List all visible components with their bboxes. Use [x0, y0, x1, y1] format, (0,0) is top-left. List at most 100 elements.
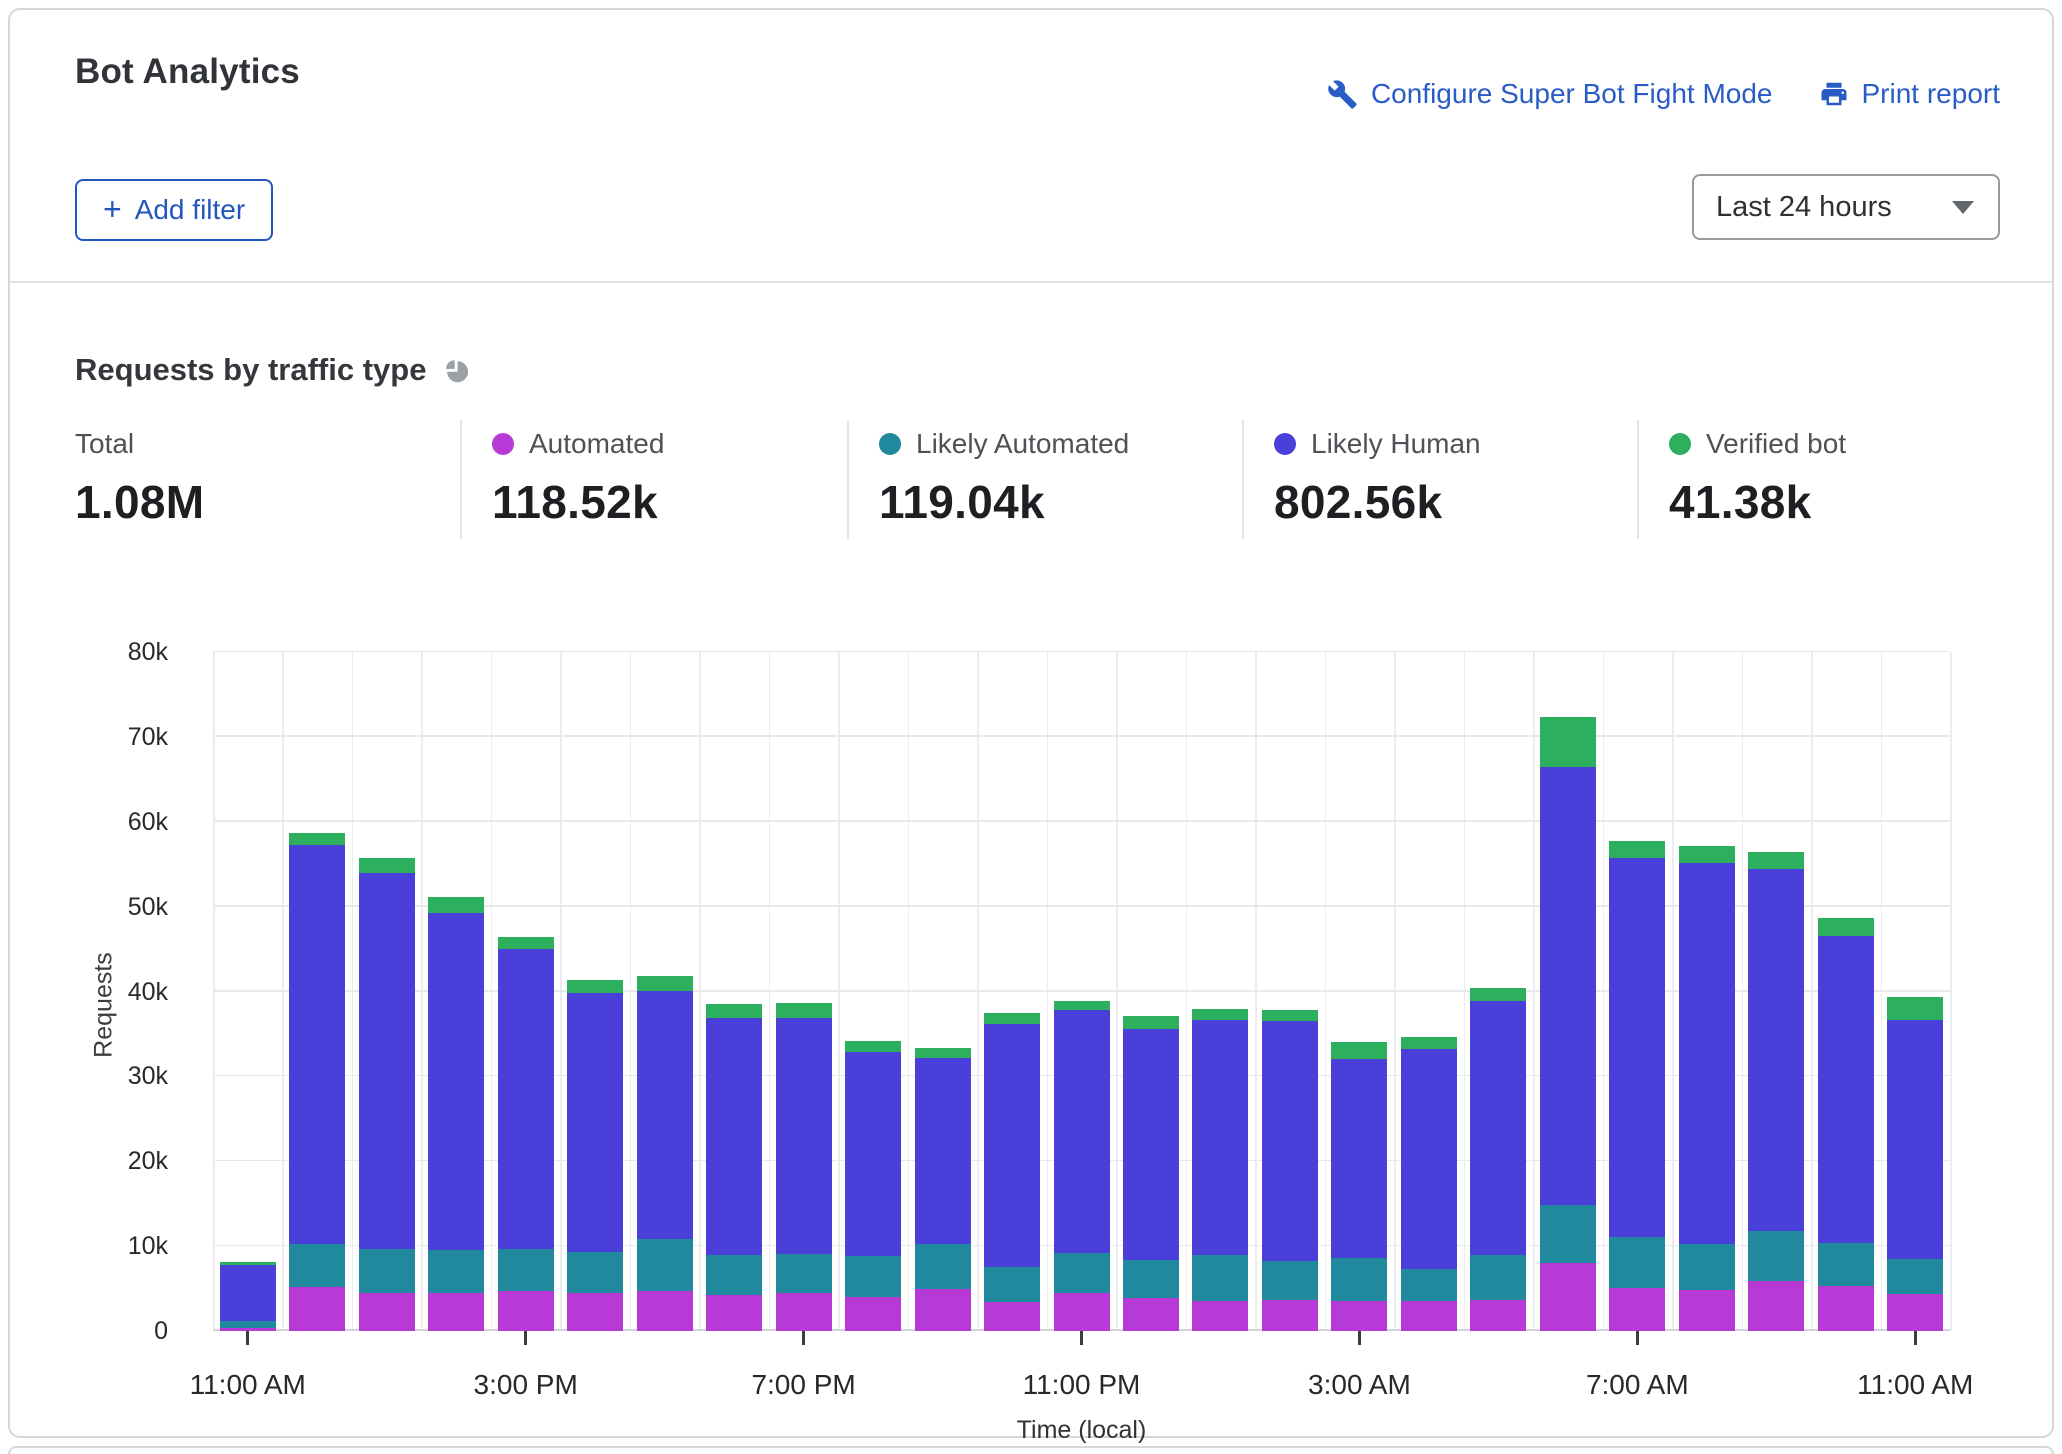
chart-bar-4-00-am[interactable]	[1401, 1037, 1457, 1331]
bar-segment-likely-automated	[1401, 1269, 1457, 1301]
chart-bar-11-00-am[interactable]	[1887, 997, 1943, 1331]
bar-segment-verified-bot	[428, 897, 484, 913]
configure-link-label: Configure Super Bot Fight Mode	[1371, 78, 1773, 110]
x-tick-mark	[1636, 1331, 1639, 1345]
bar-segment-likely-automated	[1054, 1253, 1110, 1293]
bar-segment-automated	[1818, 1286, 1874, 1331]
bar-segment-likely-human	[1123, 1029, 1179, 1260]
chart-bar-4-00-pm[interactable]	[567, 980, 623, 1331]
vertical-gridline	[630, 652, 632, 1331]
chart-bar-7-00-pm[interactable]	[776, 1003, 832, 1331]
bar-segment-likely-human	[637, 991, 693, 1239]
vertical-gridline	[560, 652, 562, 1331]
bar-segment-automated	[567, 1293, 623, 1331]
chart-bar-1-00-pm[interactable]	[359, 858, 415, 1331]
bar-segment-likely-automated	[1679, 1244, 1735, 1290]
bar-segment-automated	[359, 1293, 415, 1331]
chart-bar-12-00-am[interactable]	[1123, 1016, 1179, 1331]
bar-segment-likely-human	[1609, 858, 1665, 1237]
bar-segment-likely-human	[1748, 869, 1804, 1231]
bar-segment-automated	[915, 1289, 971, 1331]
bar-segment-automated	[776, 1293, 832, 1331]
chart-bar-1-00-am[interactable]	[1192, 1009, 1248, 1331]
bar-segment-verified-bot	[1470, 988, 1526, 1001]
x-tick-label: 7:00 AM	[1527, 1369, 1747, 1401]
vertical-gridline	[1950, 652, 1952, 1331]
chart-bar-11-00-am[interactable]	[220, 1262, 276, 1331]
bar-segment-verified-bot	[359, 858, 415, 872]
stat-automated[interactable]: Automated 118.52k	[460, 420, 847, 539]
y-tick-label: 80k	[40, 637, 190, 667]
bar-segment-automated	[289, 1287, 345, 1331]
time-range-select[interactable]: Last 24 hours	[1692, 174, 2000, 240]
horizontal-gridline	[213, 651, 1950, 653]
bar-segment-verified-bot	[289, 833, 345, 845]
bar-segment-likely-automated	[706, 1255, 762, 1295]
stat-likely-automated-label: Likely Automated	[916, 428, 1129, 460]
vertical-gridline	[1325, 652, 1327, 1331]
horizontal-gridline	[213, 820, 1950, 822]
stat-likely-automated[interactable]: Likely Automated 119.04k	[847, 420, 1242, 539]
likely-human-dot-icon	[1274, 433, 1296, 455]
vertical-gridline	[1603, 652, 1605, 1331]
stat-verified-bot-value: 41.38k	[1669, 475, 2000, 529]
chart-bar-3-00-am[interactable]	[1331, 1042, 1387, 1331]
stat-verified-bot-label: Verified bot	[1706, 428, 1846, 460]
vertical-gridline	[1116, 652, 1118, 1331]
y-tick-label: 30k	[40, 1061, 190, 1091]
chart-bar-5-00-pm[interactable]	[637, 976, 693, 1331]
stat-likely-human[interactable]: Likely Human 802.56k	[1242, 420, 1637, 539]
bar-segment-verified-bot	[1262, 1010, 1318, 1021]
chart-bar-10-00-am[interactable]	[1818, 918, 1874, 1331]
chart-bar-12-00-pm[interactable]	[289, 833, 345, 1331]
bar-segment-likely-automated	[359, 1249, 415, 1293]
chevron-down-icon	[1952, 201, 1974, 214]
chart-bar-5-00-am[interactable]	[1470, 988, 1526, 1331]
bar-segment-likely-human	[984, 1024, 1040, 1267]
stat-automated-value: 118.52k	[492, 475, 847, 529]
bar-segment-automated	[706, 1295, 762, 1331]
x-tick-mark	[246, 1331, 249, 1345]
stat-likely-human-label: Likely Human	[1311, 428, 1481, 460]
bar-segment-verified-bot	[915, 1048, 971, 1058]
vertical-gridline	[213, 652, 215, 1331]
chart-bar-3-00-pm[interactable]	[498, 937, 554, 1331]
vertical-gridline	[977, 652, 979, 1331]
x-axis-label: Time (local)	[213, 1416, 1950, 1445]
chart-bar-8-00-am[interactable]	[1679, 846, 1735, 1331]
add-filter-button[interactable]: + Add filter	[75, 179, 273, 241]
bar-segment-likely-human	[1818, 936, 1874, 1243]
chart-bar-6-00-pm[interactable]	[706, 1004, 762, 1331]
chart-bar-11-00-pm[interactable]	[1054, 1001, 1110, 1331]
bar-segment-automated	[1401, 1301, 1457, 1331]
bar-segment-automated	[1262, 1300, 1318, 1331]
requests-by-traffic-type-chart	[213, 652, 1950, 1331]
bar-segment-likely-automated	[1123, 1260, 1179, 1298]
chart-bar-10-00-pm[interactable]	[984, 1013, 1040, 1331]
bar-segment-likely-human	[915, 1058, 971, 1244]
chart-bar-2-00-am[interactable]	[1262, 1010, 1318, 1331]
bar-segment-likely-automated	[1192, 1255, 1248, 1301]
chart-bar-9-00-am[interactable]	[1748, 852, 1804, 1331]
chart-bar-7-00-am[interactable]	[1609, 841, 1665, 1331]
bar-segment-automated	[1540, 1263, 1596, 1331]
vertical-gridline	[769, 652, 771, 1331]
vertical-gridline	[1255, 652, 1257, 1331]
chart-bar-8-00-pm[interactable]	[845, 1041, 901, 1331]
configure-super-bot-fight-mode-link[interactable]: Configure Super Bot Fight Mode	[1327, 78, 1773, 110]
bar-segment-likely-automated	[1818, 1243, 1874, 1286]
bar-segment-likely-human	[1540, 767, 1596, 1204]
horizontal-gridline	[213, 735, 1950, 737]
stat-verified-bot[interactable]: Verified bot 41.38k	[1637, 420, 2000, 539]
bar-segment-verified-bot	[637, 976, 693, 990]
x-tick-label: 11:00 AM	[138, 1369, 358, 1401]
print-report-link[interactable]: Print report	[1819, 78, 2001, 110]
bar-segment-verified-bot	[845, 1041, 901, 1052]
chart-bar-9-00-pm[interactable]	[915, 1048, 971, 1331]
bar-segment-likely-automated	[289, 1244, 345, 1287]
chart-bar-2-00-pm[interactable]	[428, 897, 484, 1331]
vertical-gridline	[352, 652, 354, 1331]
x-tick-mark	[1080, 1331, 1083, 1345]
bar-segment-verified-bot	[1609, 841, 1665, 858]
chart-bar-6-00-am[interactable]	[1540, 717, 1596, 1331]
